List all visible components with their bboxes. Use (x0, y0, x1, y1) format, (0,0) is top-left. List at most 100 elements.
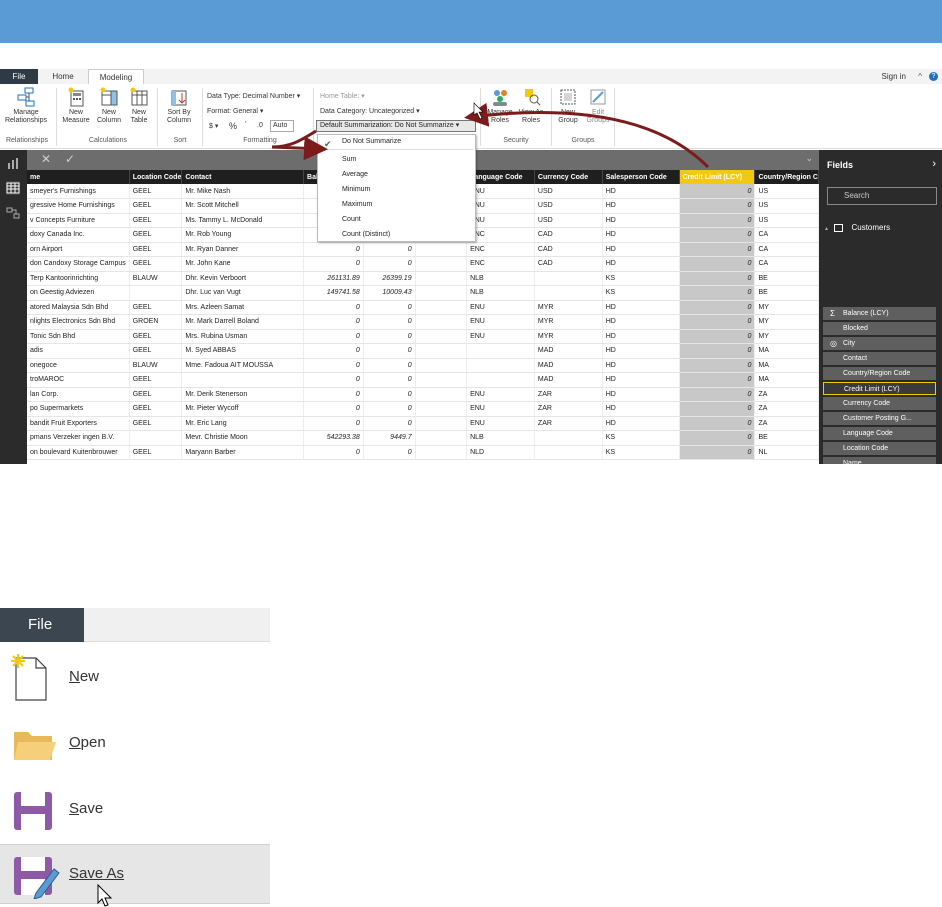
new-measure-button[interactable]: New Measure (62, 87, 90, 125)
table-cell[interactable]: 0 (303, 358, 364, 373)
table-row[interactable]: adis GEEL M. Syed ABBAS 0 0 MAD HD 0 MA (27, 343, 819, 359)
file-tab[interactable]: File (0, 608, 84, 642)
table-cell[interactable]: KS (602, 271, 680, 286)
table-cell[interactable]: Tonic Sdn Bhd (27, 329, 130, 344)
table-cell[interactable]: Maryann Barber (181, 445, 305, 460)
table-row[interactable]: troMAROC GEEL 0 0 MAD HD 0 MA (27, 372, 819, 388)
table-cell[interactable]: po Supermarkets (27, 401, 130, 417)
table-row[interactable]: onegoce BLAUW Mme. Fadoua AIT MOUSSA 0 0 MAD H… (27, 358, 819, 373)
table-cell[interactable]: doxy Canada Inc. (27, 227, 130, 243)
new-table-button[interactable]: New Table (126, 87, 152, 125)
table-cell[interactable]: 0 (679, 387, 756, 402)
table-cell[interactable]: 0 (679, 300, 756, 315)
help-icon[interactable]: ? (929, 72, 938, 81)
table-cell[interactable]: 0 (303, 329, 364, 344)
comma-button[interactable]: ’ (245, 121, 247, 128)
table-row[interactable]: Tonic Sdn Bhd GEEL Mrs. Rubina Usman 0 0 ENU M… (27, 329, 819, 344)
table-cell[interactable]: 0 (303, 445, 364, 460)
table-cell[interactable]: 10009.43 (363, 285, 416, 301)
table-cell[interactable]: Dhr. Kevin Verboort (181, 271, 305, 286)
column-header[interactable]: Location Code (129, 170, 183, 184)
table-cell[interactable]: 0 (679, 401, 756, 417)
collapse-ribbon-icon[interactable]: ^ (918, 69, 922, 84)
table-cell[interactable]: 0 (303, 314, 364, 330)
table-cell[interactable]: 0 (679, 430, 756, 446)
table-cell[interactable]: 0 (363, 242, 416, 257)
table-cell[interactable]: ENU (466, 300, 535, 315)
table-cell[interactable]: GEEL (129, 227, 183, 243)
table-cell[interactable] (415, 401, 468, 417)
table-cell[interactable]: 26399.19 (363, 271, 416, 286)
table-row[interactable]: po Supermarkets GEEL Mr. Pieter Wycoff 0 0 EN… (27, 401, 819, 417)
table-cell[interactable]: pmans Verzeker ingen B.V. (27, 430, 130, 446)
table-cell[interactable]: onegoce (27, 358, 130, 373)
table-cell[interactable] (415, 271, 468, 286)
column-header[interactable]: me (27, 170, 130, 184)
table-cell[interactable] (466, 343, 535, 359)
table-cell[interactable]: HD (602, 358, 680, 373)
table-cell[interactable]: Mrs. Rubina Usman (181, 329, 305, 344)
table-cell[interactable]: smeyer's Furnishings (27, 184, 130, 199)
table-cell[interactable]: GEEL (129, 256, 183, 272)
table-cell[interactable]: HD (602, 256, 680, 272)
table-cell[interactable]: Mme. Fadoua AIT MOUSSA (181, 358, 305, 373)
currency-button[interactable]: $ ▾ (209, 122, 218, 130)
table-cell[interactable] (181, 372, 305, 388)
table-cell[interactable]: 0 (303, 387, 364, 402)
table-cell[interactable]: nlights Electronics Sdn Bhd (27, 314, 130, 330)
table-cell[interactable]: BLAUW (129, 271, 183, 286)
table-cell[interactable] (415, 445, 468, 460)
table-cell[interactable]: ZA (754, 387, 819, 402)
column-header[interactable]: Credit Limit (LCY) (679, 170, 756, 184)
data-category-dropdown[interactable]: Data Category: Uncategorized ▾ (320, 107, 420, 115)
table-cell[interactable]: HD (602, 213, 680, 228)
table-cell[interactable]: ZAR (534, 416, 603, 431)
table-cell[interactable]: CAD (534, 242, 603, 257)
table-cell[interactable]: ENU (466, 198, 535, 214)
table-cell[interactable]: Mr. Rob Young (181, 227, 305, 243)
cancel-formula-icon[interactable]: ✕ (41, 152, 51, 166)
table-cell[interactable] (415, 285, 468, 301)
table-cell[interactable]: 0 (363, 358, 416, 373)
column-header[interactable]: Contact (181, 170, 305, 184)
table-cell[interactable]: Ms. Tammy L. McDonald (181, 213, 305, 228)
table-cell[interactable]: atored Malaysia Sdn Bhd (27, 300, 130, 315)
table-cell[interactable]: ENC (466, 227, 535, 243)
table-row[interactable]: nlights Electronics Sdn Bhd GROEN Mr. Mark… (27, 314, 819, 330)
table-cell[interactable]: HD (602, 314, 680, 330)
table-row[interactable]: bandit Fruit Exporters GEEL Mr. Eric Lang 0… (27, 416, 819, 431)
table-cell[interactable]: NL (754, 445, 819, 460)
field-item[interactable]: Customer Posting G... (823, 412, 936, 425)
table-cell[interactable]: BE (754, 271, 819, 286)
default-summarization-dropdown[interactable]: Default Summarization: Do Not Summarize … (316, 120, 476, 132)
menu-item[interactable]: Average (342, 171, 368, 178)
manage-roles-button[interactable]: Manage Roles (484, 87, 516, 125)
report-view-icon[interactable] (6, 156, 20, 170)
table-cell[interactable]: HD (602, 198, 680, 214)
table-cell[interactable]: US (754, 213, 819, 228)
table-cell[interactable] (415, 242, 468, 257)
table-cell[interactable]: 0 (363, 372, 416, 388)
table-cell[interactable]: US (754, 198, 819, 214)
table-cell[interactable]: 0 (303, 300, 364, 315)
table-cell[interactable]: MY (754, 329, 819, 344)
table-cell[interactable]: orn Airport (27, 242, 130, 257)
table-cell[interactable]: 0 (303, 256, 364, 272)
table-cell[interactable]: 0 (363, 387, 416, 402)
table-cell[interactable]: GEEL (129, 329, 183, 344)
table-cell[interactable]: 0 (363, 401, 416, 417)
table-cell[interactable]: KS (602, 285, 680, 301)
table-cell[interactable]: ENU (466, 387, 535, 402)
table-cell[interactable]: ENC (466, 242, 535, 257)
table-cell[interactable]: ENC (466, 256, 535, 272)
table-cell[interactable]: BLAUW (129, 358, 183, 373)
table-cell[interactable]: NLB (466, 271, 535, 286)
sign-in-link[interactable]: Sign in (882, 69, 906, 84)
table-cell[interactable]: 0 (303, 343, 364, 359)
table-cell[interactable]: BE (754, 285, 819, 301)
file-menu-new[interactable]: New (0, 648, 270, 708)
column-header[interactable]: Salesperson Code (602, 170, 680, 184)
table-cell[interactable] (466, 358, 535, 373)
table-cell[interactable]: ENU (466, 314, 535, 330)
table-cell[interactable]: bandit Fruit Exporters (27, 416, 130, 431)
